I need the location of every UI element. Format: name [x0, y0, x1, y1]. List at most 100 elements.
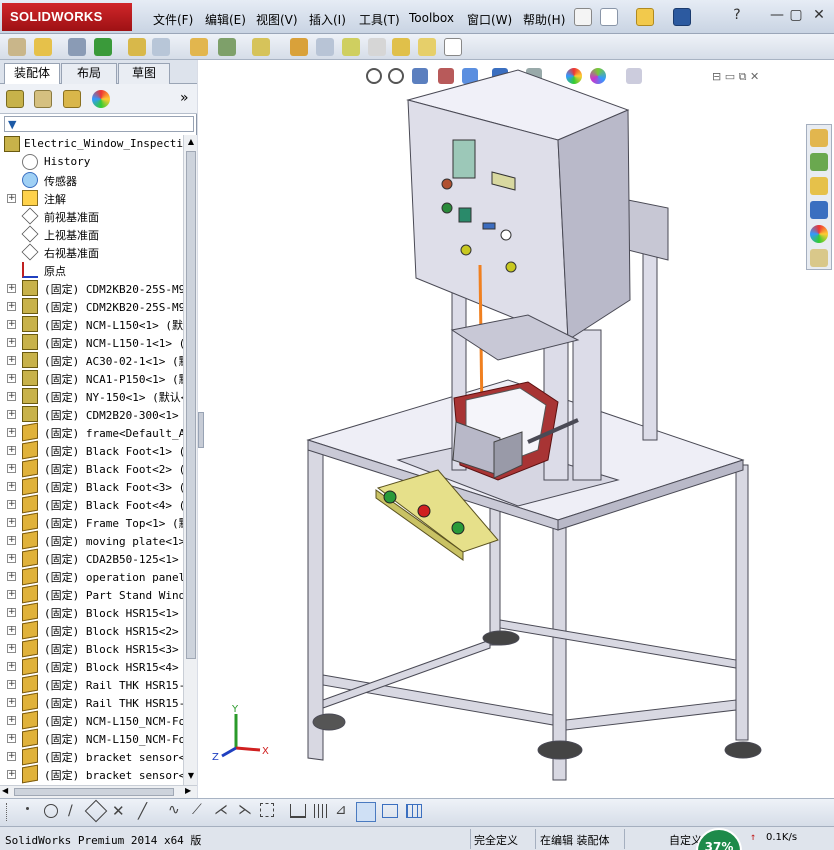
menu-view[interactable]: 视图(V) [256, 11, 298, 28]
expand-toggle-icon[interactable]: + [7, 608, 16, 617]
expand-toggle-icon[interactable]: + [7, 302, 16, 311]
tree-vertical-scrollbar[interactable]: ▲ ▼ [183, 135, 197, 785]
configuration-manager-icon[interactable] [63, 90, 81, 108]
sketch-fillet-icon[interactable]: ∿ [168, 802, 180, 818]
expand-toggle-icon[interactable]: + [7, 338, 16, 347]
tree-item[interactable]: + (固定) CDM2KB20-25S-M9B [0, 297, 183, 315]
mate-icon[interactable] [68, 38, 86, 56]
close-button[interactable]: ✕ [810, 6, 828, 24]
explode-line-sketch-icon[interactable] [368, 38, 386, 56]
expand-toggle-icon[interactable]: + [7, 716, 16, 725]
restore-button[interactable]: ▢ [787, 6, 805, 24]
linear-pattern-icon[interactable] [94, 38, 112, 56]
scroll-right-arrow-icon[interactable]: ▶ [185, 786, 191, 795]
expand-toggle-icon[interactable]: + [7, 662, 16, 671]
point-icon[interactable] [26, 807, 29, 810]
tree-item[interactable]: + (固定) moving plate<1> [0, 530, 183, 550]
property-manager-icon[interactable] [34, 90, 52, 108]
show-hidden-icon[interactable] [190, 38, 208, 56]
menu-insert[interactable]: 插入(I) [309, 11, 346, 28]
chevron-right-icon[interactable]: » [180, 90, 189, 106]
line-icon[interactable]: / [68, 803, 73, 819]
home-icon[interactable] [810, 129, 828, 147]
tree-item[interactable]: + (固定) CDA2B50-125<1> ( [0, 548, 183, 568]
expand-toggle-icon[interactable]: + [7, 284, 16, 293]
tree-item[interactable]: + 注解 [0, 189, 183, 207]
interference-detection-icon[interactable] [392, 38, 410, 56]
pane-collapse-handle[interactable] [198, 412, 204, 448]
minimize-button[interactable]: — [768, 6, 786, 24]
tree-item[interactable]: + (固定) bracket sensor<1 [0, 746, 183, 766]
menu-toolbox[interactable]: Toolbox [409, 11, 454, 25]
dimension-icon[interactable] [290, 804, 306, 818]
exploded-view-icon[interactable] [342, 38, 360, 56]
tree-item[interactable]: + (固定) bracket sensor<2 [0, 764, 183, 784]
expand-toggle-icon[interactable]: + [7, 590, 16, 599]
menu-window[interactable]: 窗口(W) [467, 11, 512, 28]
tree-horizontal-scrollbar[interactable]: ◀ ▶ [0, 785, 197, 798]
grid-icon[interactable] [314, 804, 328, 818]
scroll-down-arrow-icon[interactable]: ▼ [186, 771, 196, 781]
expand-toggle-icon[interactable]: + [7, 698, 16, 707]
assembly-features-icon[interactable] [218, 38, 236, 56]
tree-item[interactable]: + (固定) Block HSR15<4> ( [0, 656, 183, 676]
expand-toggle-icon[interactable]: + [7, 464, 16, 473]
tree-item[interactable]: + (固定) NY-150<1> (默认< [0, 387, 183, 405]
scroll-thumb[interactable] [186, 151, 196, 659]
tree-item[interactable]: 上视基准面 [0, 225, 183, 243]
move-component-icon[interactable] [152, 38, 170, 56]
tree-item[interactable]: + (固定) Rail THK HSR15-2 [0, 674, 183, 694]
tree-item[interactable]: + (固定) Rail THK HSR15-2 [0, 692, 183, 712]
new-motion-study-icon[interactable] [290, 38, 308, 56]
solidworks-logo[interactable]: SOLIDWORKS [2, 3, 132, 31]
instant3d-icon[interactable] [444, 38, 462, 56]
view-palette-icon[interactable] [810, 201, 828, 219]
tree-item[interactable]: + (固定) Black Foot<1> ( [0, 440, 183, 460]
construction-geometry-icon[interactable] [260, 803, 274, 817]
tree-item[interactable]: History [0, 153, 183, 171]
expand-toggle-icon[interactable]: + [7, 644, 16, 653]
tree-item[interactable]: + (固定) NCM-L150_NCM-Foo [0, 728, 183, 748]
tree-item[interactable]: 原点 [0, 261, 183, 279]
tree-item[interactable]: + (固定) CDM2B20-300<1> ( [0, 405, 183, 423]
tab-assembly[interactable]: 装配体 [4, 63, 60, 85]
insert-component-icon[interactable] [34, 38, 52, 56]
tree-item[interactable]: + (固定) NCM-L150_NCM-Foo [0, 710, 183, 730]
scroll-up-arrow-icon[interactable]: ▲ [186, 137, 196, 147]
tree-item[interactable]: 右视基准面 [0, 243, 183, 261]
tree-item[interactable]: + (固定) operation panel< [0, 566, 183, 586]
expand-toggle-icon[interactable]: + [7, 572, 16, 581]
smart-fasteners-icon[interactable] [128, 38, 146, 56]
expand-toggle-icon[interactable]: + [7, 626, 16, 635]
menu-edit[interactable]: 编辑(E) [205, 11, 246, 28]
tree-item[interactable]: + (固定) Black Foot<2> ( [0, 458, 183, 478]
h-scroll-thumb[interactable] [14, 788, 174, 796]
scroll-left-arrow-icon[interactable]: ◀ [2, 786, 8, 795]
save-icon[interactable] [673, 8, 691, 26]
view-plane-icon[interactable] [382, 804, 398, 818]
design-library-icon[interactable] [810, 153, 828, 171]
expand-toggle-icon[interactable]: + [7, 770, 16, 779]
expand-toggle-icon[interactable]: + [7, 410, 16, 419]
file-explorer-icon[interactable] [810, 177, 828, 195]
tree-item[interactable]: 传感器 [0, 171, 183, 189]
tree-item[interactable]: + (固定) Block HSR15<2> ( [0, 620, 183, 640]
tree-item[interactable]: + (固定) NCM-L150<1> (默认 [0, 315, 183, 333]
tree-item[interactable]: + (固定) Frame Top<1> (默 [0, 512, 183, 532]
polygon-icon[interactable] [84, 799, 108, 823]
expand-toggle-icon[interactable]: + [7, 482, 16, 491]
expand-toggle-icon[interactable]: + [7, 554, 16, 563]
tree-item[interactable]: + (固定) CDM2KB20-25S-M9B [0, 279, 183, 297]
expand-toggle-icon[interactable]: + [7, 356, 16, 365]
mirror-icon[interactable]: ⟋ [192, 802, 202, 818]
tree-item[interactable]: + (固定) Black Foot<3> ( [0, 476, 183, 496]
bill-of-materials-icon[interactable] [316, 38, 334, 56]
custom-properties-icon[interactable] [810, 249, 828, 267]
performance-gauge[interactable]: 37% [696, 828, 742, 850]
pin-icon[interactable] [574, 8, 592, 26]
help-question-icon[interactable]: ? [728, 6, 746, 24]
display-manager-icon[interactable] [92, 90, 110, 108]
feature-tree-icon[interactable] [6, 90, 24, 108]
graphics-viewport[interactable]: ⊟ ▭ ⧉ ✕ Y X Z [198, 60, 834, 798]
tab-layout[interactable]: 布局 [61, 63, 117, 84]
